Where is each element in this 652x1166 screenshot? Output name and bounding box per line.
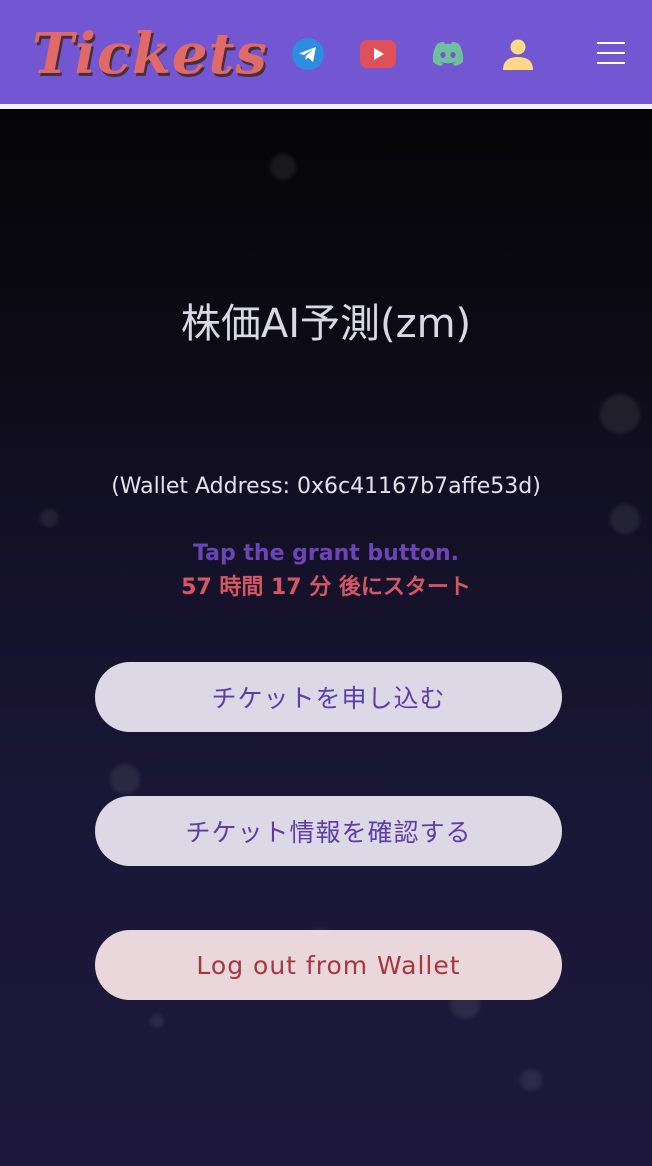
background-sparkle — [270, 154, 296, 180]
background-sparkle — [520, 1069, 542, 1091]
menu-icon[interactable] — [595, 40, 627, 66]
telegram-icon[interactable] — [292, 38, 324, 70]
apply-ticket-button[interactable]: チケットを申し込む — [95, 662, 562, 732]
logout-button[interactable]: Log out from Wallet — [95, 930, 562, 1000]
main-content — [0, 109, 652, 1166]
countdown-text: 57 時間 17 分 後にスタート — [181, 575, 471, 600]
page: Tickets 株価AI予測(zm) (Wallet Address: 0x6c… — [0, 0, 652, 1166]
background-sparkle — [150, 1014, 164, 1028]
logo[interactable]: Tickets — [32, 20, 268, 88]
page-title: 株価AI予測(zm) — [180, 301, 472, 347]
wallet-address: (Wallet Address: 0x6c41167b7affe53d) — [111, 474, 541, 499]
background-sparkle — [600, 394, 640, 434]
youtube-icon[interactable] — [360, 40, 396, 68]
header: Tickets — [0, 0, 652, 104]
instruction-text: Tap the grant button. — [192, 541, 460, 566]
background-sparkle — [40, 509, 58, 527]
user-icon[interactable] — [502, 38, 534, 70]
background-sparkle — [610, 504, 640, 534]
confirm-ticket-button[interactable]: チケット情報を確認する — [95, 796, 562, 866]
discord-icon[interactable] — [431, 40, 465, 68]
background-sparkle — [110, 764, 140, 794]
